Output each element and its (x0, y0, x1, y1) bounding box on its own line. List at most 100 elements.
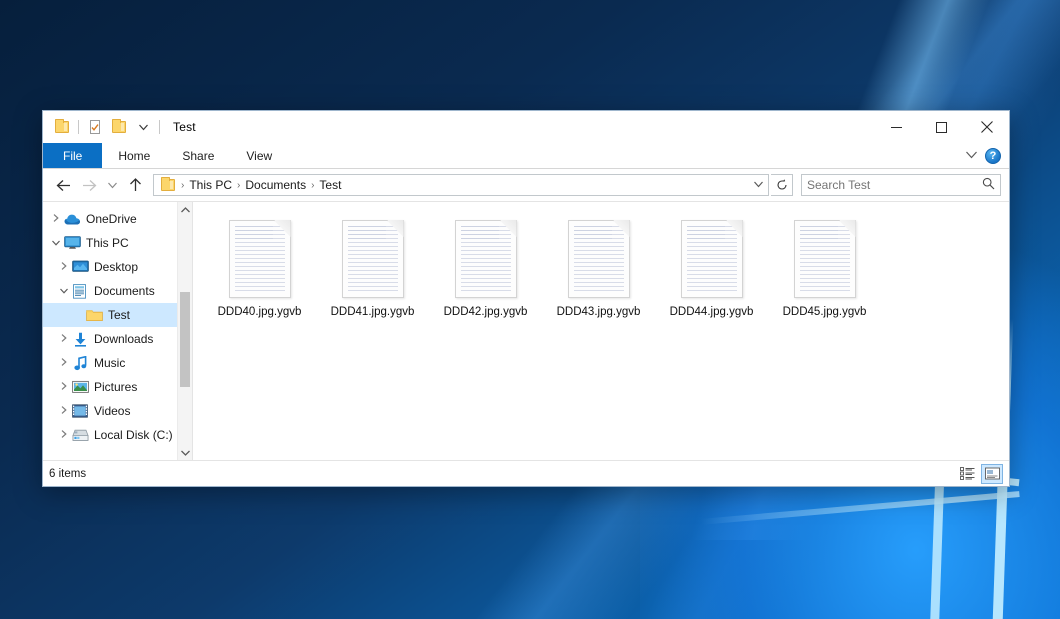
title-bar-drag-area[interactable] (196, 111, 874, 143)
chevron-down-icon[interactable] (57, 286, 71, 296)
videos-icon (71, 403, 89, 419)
title-bar: Test (43, 111, 1009, 143)
back-button[interactable] (51, 173, 75, 197)
chevron-right-icon[interactable] (49, 214, 63, 224)
maximize-button[interactable] (919, 111, 964, 143)
chevron-right-icon[interactable] (57, 406, 71, 416)
tab-home[interactable]: Home (102, 143, 166, 168)
generic-document-icon (681, 220, 743, 298)
chevron-right-icon[interactable] (57, 262, 71, 272)
breadcrumb-separator-1: › (235, 180, 242, 191)
close-button[interactable] (964, 111, 1009, 143)
file-item[interactable]: DDD44.jpg.ygvb (655, 216, 768, 324)
file-name-label: DDD43.jpg.ygvb (557, 306, 641, 318)
file-item[interactable]: DDD45.jpg.ygvb (768, 216, 881, 324)
sidebar-item-label: Desktop (94, 260, 138, 274)
sidebar-item-label: Videos (94, 404, 130, 418)
file-name-label: DDD42.jpg.ygvb (444, 306, 528, 318)
forward-button[interactable] (77, 173, 101, 197)
generic-document-icon (568, 220, 630, 298)
sidebar-item-pictures[interactable]: Pictures (43, 375, 192, 399)
item-count-label: 6 items (49, 468, 86, 480)
search-box[interactable] (801, 174, 1001, 196)
sidebar-item-label: Local Disk (C:) (94, 428, 173, 442)
minimize-button[interactable] (874, 111, 919, 143)
refresh-button[interactable] (771, 174, 793, 196)
tab-view[interactable]: View (230, 143, 288, 168)
large-icons-view-button[interactable] (981, 464, 1003, 484)
file-item[interactable]: DDD40.jpg.ygvb (203, 216, 316, 324)
toolbar-divider (78, 120, 79, 134)
customize-chevron-down-icon[interactable] (132, 116, 154, 138)
scroll-up-icon[interactable] (178, 202, 192, 217)
file-item[interactable]: DDD42.jpg.ygvb (429, 216, 542, 324)
window-title: Test (173, 120, 196, 134)
sidebar-item-label: This PC (86, 236, 129, 250)
generic-document-icon (229, 220, 291, 298)
desktop-icon (71, 259, 89, 275)
search-icon[interactable] (982, 177, 995, 193)
scroll-down-icon[interactable] (178, 445, 192, 460)
wallpaper-logo-beam-lower (700, 491, 1019, 525)
breadcrumb-this-pc[interactable]: This PC (186, 178, 235, 192)
file-grid: DDD40.jpg.ygvbDDD41.jpg.ygvb DDD42.jpg.yg… (193, 202, 1009, 324)
sidebar-item-label: Downloads (94, 332, 153, 346)
navigation-tree: OneDrive This PC Desktop Documents Test Downl… (43, 202, 192, 447)
details-view-button[interactable] (956, 464, 978, 484)
file-item[interactable]: DDD41.jpg.ygvb (316, 216, 429, 324)
chevron-right-icon[interactable] (57, 358, 71, 368)
chevron-down-icon[interactable] (966, 150, 977, 162)
drive-icon (71, 427, 89, 443)
address-bar[interactable]: › This PC › Documents › Test (153, 174, 769, 196)
help-icon[interactable]: ? (985, 148, 1001, 164)
breadcrumb-test[interactable]: Test (316, 178, 344, 192)
breadcrumb-documents[interactable]: Documents (242, 178, 309, 192)
tab-share[interactable]: Share (166, 143, 230, 168)
up-button[interactable] (123, 173, 147, 197)
sidebar-item-documents[interactable]: Documents (43, 279, 192, 303)
sidebar-item-test[interactable]: Test (43, 303, 192, 327)
file-list-view[interactable]: DDD40.jpg.ygvbDDD41.jpg.ygvb DDD42.jpg.yg… (193, 202, 1009, 460)
desktop-wallpaper: Test File Home Share View (0, 0, 1060, 619)
breadcrumb-separator-0: › (179, 180, 186, 191)
folder-icon (85, 307, 103, 323)
recent-locations-button[interactable] (103, 173, 121, 197)
chevron-right-icon[interactable] (57, 382, 71, 392)
sidebar-item-music[interactable]: Music (43, 351, 192, 375)
navigation-pane: OneDrive This PC Desktop Documents Test Downl… (43, 202, 193, 460)
address-dropdown-icon[interactable] (750, 180, 766, 191)
navigation-scrollbar[interactable] (177, 202, 192, 460)
file-explorer-window: Test File Home Share View (42, 110, 1010, 487)
new-folder-icon[interactable] (108, 116, 130, 138)
pictures-icon (71, 379, 89, 395)
quick-access-toolbar: Test (43, 111, 196, 143)
sidebar-item-local-disk-c[interactable]: Local Disk (C:) (43, 423, 192, 447)
folder-icon[interactable] (51, 116, 73, 138)
file-name-label: DDD45.jpg.ygvb (783, 306, 867, 318)
address-bar-row: › This PC › Documents › Test (43, 169, 1009, 201)
toolbar-divider-2 (159, 120, 160, 134)
cloud-icon (63, 211, 81, 227)
chevron-down-icon[interactable] (49, 238, 63, 248)
music-icon (71, 355, 89, 371)
sidebar-item-label: Test (108, 308, 130, 322)
sidebar-item-videos[interactable]: Videos (43, 399, 192, 423)
tab-file[interactable]: File (43, 143, 102, 168)
search-input[interactable] (807, 178, 982, 192)
sidebar-item-desktop[interactable]: Desktop (43, 255, 192, 279)
properties-checkmark-icon[interactable] (84, 116, 106, 138)
scrollbar-thumb[interactable] (180, 292, 190, 387)
sidebar-item-label: Documents (94, 284, 155, 298)
file-name-label: DDD44.jpg.ygvb (670, 306, 754, 318)
sidebar-item-onedrive[interactable]: OneDrive (43, 207, 192, 231)
sidebar-item-this-pc[interactable]: This PC (43, 231, 192, 255)
monitor-icon (63, 235, 81, 251)
chevron-right-icon[interactable] (57, 334, 71, 344)
chevron-right-icon[interactable] (57, 430, 71, 440)
file-item[interactable]: DDD43.jpg.ygvb (542, 216, 655, 324)
breadcrumb-folder-icon (161, 179, 175, 191)
generic-document-icon (794, 220, 856, 298)
ribbon-tab-bar: File Home Share View ? (43, 143, 1009, 169)
sidebar-item-downloads[interactable]: Downloads (43, 327, 192, 351)
generic-document-icon (342, 220, 404, 298)
